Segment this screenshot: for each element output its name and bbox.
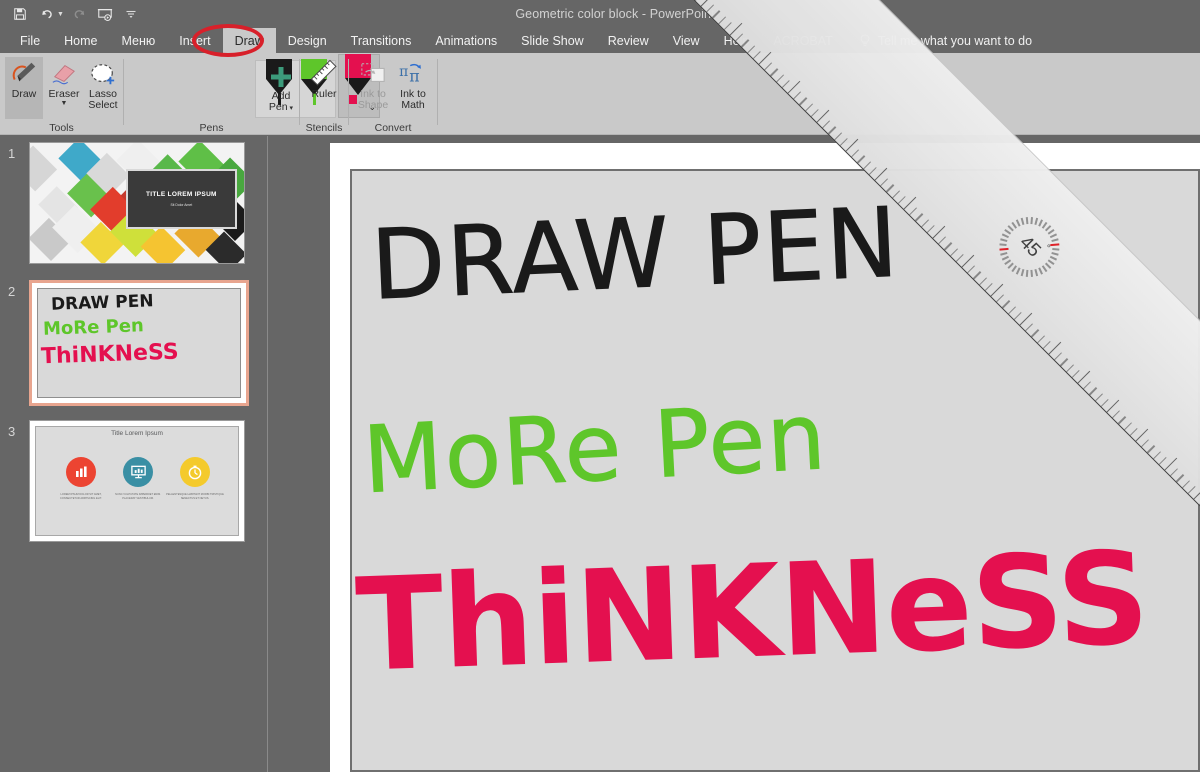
slide-1-subtitle: Sit Dolor Amet — [170, 203, 193, 208]
tool-lasso-select-button[interactable]: Lasso Select — [83, 57, 123, 119]
ribbon-tab-insert[interactable]: Insert — [167, 28, 222, 53]
ribbon-tab-bar: File Home Меню Insert Draw Design Transitions A… — [0, 28, 1200, 53]
slide-thumbnail-1[interactable]: 1 TITLE LOREM IPSUM Sit Dolor Amet — [0, 142, 265, 267]
start-slideshow-icon[interactable] — [93, 2, 117, 26]
slide-2-preview: DRAW PEN MoRe Pen ThiNKNeSS — [33, 284, 245, 402]
ink-to-math-label-line2: Math — [401, 99, 425, 111]
stopwatch-icon — [180, 457, 210, 487]
slide-3-caption-1: LOREM IPSUM DOLOR SIT AMET, CONSECTETUR … — [60, 493, 102, 500]
ribbon-tab-view[interactable]: View — [661, 28, 712, 53]
group-divider — [437, 59, 438, 125]
panel-divider[interactable] — [267, 136, 268, 772]
ribbon-tab-file[interactable]: File — [8, 28, 52, 53]
slide-number-2: 2 — [8, 284, 16, 299]
svg-text:π: π — [399, 64, 408, 80]
tool-eraser-label: Eraser — [48, 88, 80, 100]
tell-me-box[interactable]: Tell me what you want to do — [845, 28, 1032, 53]
slide-thumbnail-3[interactable]: 3 Title Lorem Ipsum LOREM IPSUM DOLOR SI… — [0, 420, 265, 545]
powerpoint-window: Geometric color block - PowerPoint ▼ Fil… — [0, 0, 1200, 772]
ribbon-group-stencils-label: Stencils — [305, 122, 343, 134]
ribbon-tab-review[interactable]: Review — [596, 28, 661, 53]
slide-1-title: TITLE LOREM IPSUM — [145, 191, 217, 199]
slide-canvas-inner-border — [351, 170, 1199, 771]
ribbon-tab-help[interactable]: Help — [712, 28, 762, 53]
slide-3-title: Title Lorem Ipsum — [111, 430, 163, 437]
slide-3-caption-3: PELLENTESQUE HABITANT MORBI TRISTIQUE SE… — [166, 493, 224, 500]
ink-to-shape-icon — [359, 57, 387, 87]
ribbon-tab-slide-show[interactable]: Slide Show — [509, 28, 596, 53]
save-icon[interactable] — [8, 2, 32, 26]
ribbon-group-convert-label: Convert — [374, 122, 412, 134]
window-title: Geometric color block - PowerPoint — [515, 7, 715, 21]
convert-ink-to-shape-button[interactable]: Ink to Shape — [353, 57, 393, 119]
pen-draw-icon — [9, 57, 39, 87]
tool-draw-label: Draw — [11, 88, 37, 100]
ribbon: Draw Eraser ▼ Lasso Select Tools ⌄ Add P… — [0, 53, 1200, 135]
plus-icon — [269, 59, 293, 89]
undo-icon[interactable] — [34, 2, 58, 26]
ribbon-group-tools-label: Tools — [49, 122, 74, 134]
ribbon-group-pens-label: Pens — [199, 122, 224, 134]
ink-to-shape-label-line2: Shape — [357, 99, 389, 111]
ribbon-tab-acrobat[interactable]: ACROBAT — [761, 28, 845, 53]
slide-3-preview: Title Lorem Ipsum LOREM IPSUM DOLOR SIT … — [30, 421, 244, 541]
slide-number-1: 1 — [8, 146, 16, 161]
lightbulb-icon — [859, 33, 871, 48]
ribbon-tab-меню[interactable]: Меню — [110, 28, 168, 53]
add-pen-dropdown-icon[interactable]: ▾ — [288, 105, 294, 112]
title-bar: Geometric color block - PowerPoint ▼ — [0, 0, 1200, 28]
ribbon-tab-draw[interactable]: Draw — [222, 28, 276, 53]
eraser-icon — [49, 57, 79, 87]
undo-dropdown-icon[interactable]: ▼ — [57, 11, 65, 18]
ribbon-group-convert: Ink to Shape π π Ink to Math Convert — [349, 53, 437, 135]
tool-lasso-label-line2: Select — [88, 99, 118, 111]
ribbon-tab-animations[interactable]: Animations — [423, 28, 509, 53]
slide-thumbnail-panel[interactable]: 1 TITLE LOREM IPSUM Sit Dolor Amet 2 DRA… — [0, 136, 265, 772]
redo-icon — [67, 2, 91, 26]
slide-thumbnail-2[interactable]: 2 DRAW PEN MoRe Pen ThiNKNeSS — [0, 280, 265, 406]
quick-access-toolbar: ▼ — [8, 0, 143, 28]
tool-draw-button[interactable]: Draw — [5, 57, 43, 119]
presentation-chart-icon — [123, 457, 153, 487]
ribbon-group-tools: Draw Eraser ▼ Lasso Select Tools — [0, 53, 123, 135]
tool-eraser-button[interactable]: Eraser ▼ — [44, 57, 84, 119]
slide-1-title-card: TITLE LOREM IPSUM Sit Dolor Amet — [125, 169, 237, 230]
ribbon-group-stencils: Ruler Stencils — [300, 53, 348, 135]
stencil-ruler-label: Ruler — [311, 88, 337, 100]
add-pen-button[interactable]: Add Pen ▾ — [259, 59, 303, 121]
stencil-ruler-button[interactable]: Ruler — [302, 57, 346, 119]
ribbon-tab-design[interactable]: Design — [276, 28, 339, 53]
slide-3-caption-2: NUNC VULPUTATE IMPERDIET ENIM. PLACERAT … — [115, 493, 161, 500]
slide-editing-area[interactable]: DRAW PEN MoRe Pen ThiNKNeSS — [265, 136, 1200, 772]
ruler-icon — [309, 57, 339, 87]
ink-to-math-icon: π π — [398, 57, 428, 87]
bar-chart-icon — [66, 457, 96, 487]
slide-1-preview: TITLE LOREM IPSUM Sit Dolor Amet — [30, 143, 244, 263]
eraser-dropdown-icon[interactable]: ▼ — [61, 100, 68, 107]
slide-number-3: 3 — [8, 424, 16, 439]
tell-me-text: Tell me what you want to do — [877, 33, 1033, 48]
ribbon-tab-home[interactable]: Home — [52, 28, 109, 53]
customize-qat-icon[interactable] — [119, 2, 143, 26]
svg-text:π: π — [409, 66, 419, 85]
ribbon-group-pens: ⌄ Add Pen ▾ Pens — [124, 53, 380, 135]
lasso-select-icon — [88, 57, 118, 87]
add-pen-label-line2: Pen — [268, 101, 288, 113]
ribbon-tab-transitions[interactable]: Transitions — [339, 28, 424, 53]
convert-ink-to-math-button[interactable]: π π Ink to Math — [393, 57, 433, 119]
